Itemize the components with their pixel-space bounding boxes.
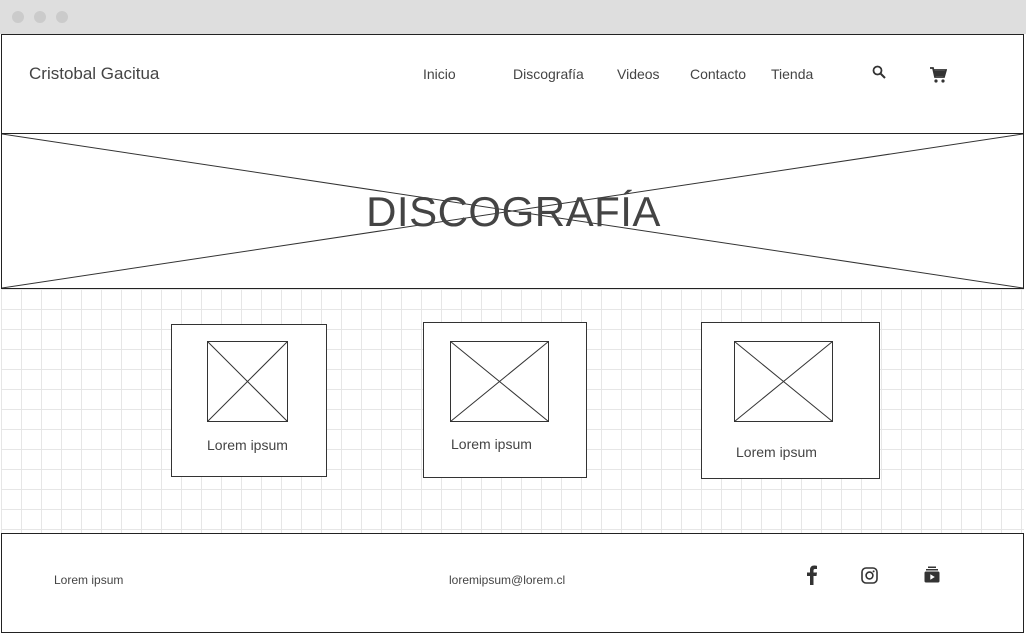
- window-dot-close[interactable]: [12, 11, 24, 23]
- cart-icon[interactable]: [929, 66, 948, 89]
- window-dot-minimize[interactable]: [34, 11, 46, 23]
- window-dot-maximize[interactable]: [56, 11, 68, 23]
- album-card[interactable]: Lorem ipsum: [423, 322, 587, 478]
- search-icon[interactable]: [872, 65, 886, 84]
- nav-contacto[interactable]: Contacto: [690, 66, 746, 82]
- hero-title: DISCOGRAFÍA: [366, 188, 661, 235]
- album-placeholder-image: [450, 341, 549, 422]
- album-card[interactable]: Lorem ipsum: [171, 324, 327, 477]
- album-card[interactable]: Lorem ipsum: [701, 322, 880, 479]
- album-label: Lorem ipsum: [736, 444, 817, 460]
- album-placeholder-image: [734, 341, 833, 422]
- nav-inicio[interactable]: Inicio: [423, 66, 456, 82]
- nav-discografia[interactable]: Discografía: [513, 66, 584, 82]
- nav-videos[interactable]: Videos: [617, 66, 660, 82]
- hero-banner: DISCOGRAFÍA: [1, 133, 1024, 289]
- album-label: Lorem ipsum: [451, 436, 532, 452]
- album-label: Lorem ipsum: [207, 437, 288, 453]
- footer-text: Lorem ipsum: [54, 573, 124, 587]
- facebook-icon[interactable]: [806, 565, 818, 590]
- site-header: Cristobal Gacitua Inicio Discografía Vid…: [1, 34, 1024, 133]
- brand-name[interactable]: Cristobal Gacitua: [29, 64, 159, 84]
- window-titlebar: [0, 0, 1026, 34]
- site-footer: Lorem ipsum loremipsum@lorem.cl: [1, 533, 1024, 633]
- nav-tienda[interactable]: Tienda: [771, 66, 813, 82]
- album-placeholder-image: [207, 341, 288, 422]
- instagram-icon[interactable]: [861, 567, 878, 589]
- youtube-icon[interactable]: [924, 566, 940, 588]
- footer-email[interactable]: loremipsum@lorem.cl: [449, 573, 565, 587]
